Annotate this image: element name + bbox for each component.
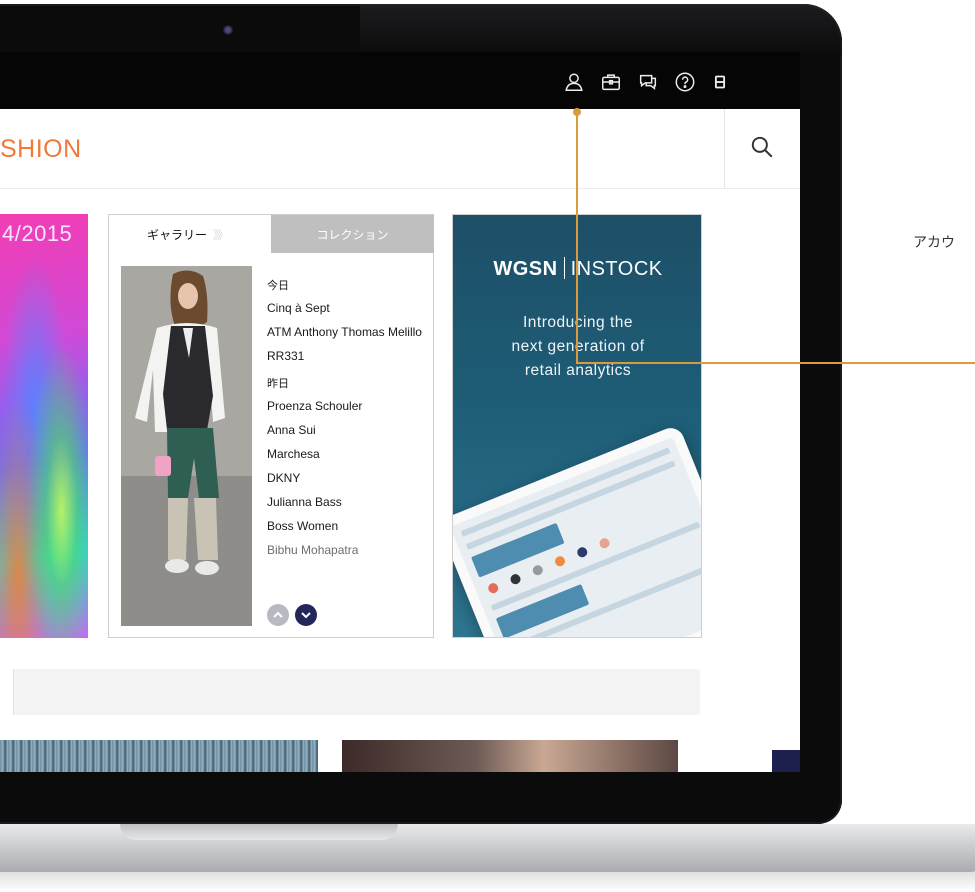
- tab-gallery-label: ギャラリー: [147, 227, 208, 242]
- chat-icon[interactable]: [636, 70, 660, 94]
- scroll-up-button[interactable]: [267, 604, 289, 626]
- designer-link[interactable]: RR331: [267, 349, 427, 363]
- article-thumbnail[interactable]: [0, 740, 318, 772]
- top-navigation-bar: [0, 52, 800, 109]
- lid-highlight: [360, 4, 842, 56]
- webcam: [223, 25, 233, 35]
- callout-label: アカウ: [913, 234, 955, 250]
- designer-link[interactable]: Anna Sui: [267, 423, 427, 437]
- callout-line: [576, 112, 578, 364]
- yesterday-heading: 昨日: [267, 378, 289, 390]
- side-widget[interactable]: [772, 750, 800, 772]
- brand-bar: SHION: [0, 109, 800, 189]
- designer-link[interactable]: Julianna Bass: [267, 495, 427, 509]
- tab-collection[interactable]: コレクション: [271, 215, 434, 253]
- scroll-down-button[interactable]: [295, 604, 317, 626]
- laptop-notch: [120, 824, 398, 840]
- divider: [724, 109, 725, 189]
- account-icon[interactable]: [562, 70, 586, 94]
- site-logo[interactable]: SHION: [0, 135, 82, 164]
- runway-photo[interactable]: [121, 266, 252, 626]
- designer-link[interactable]: DKNY: [267, 471, 427, 485]
- tab-gallery[interactable]: ギャラリー 》》: [109, 215, 271, 253]
- chevron-down-icon: [301, 612, 311, 619]
- runway-gallery-panel: ギャラリー 》》 コレクション 今日 Cinq à Sept ATM Antho…: [108, 214, 434, 638]
- ad-copy: Introducing the next generation of retai…: [453, 311, 701, 383]
- today-heading: 今日: [267, 280, 289, 292]
- designer-link[interactable]: Cinq à Sept: [267, 301, 427, 315]
- ad-copy-line: next generation of: [511, 338, 645, 355]
- help-icon[interactable]: [673, 70, 697, 94]
- designer-link[interactable]: ATM Anthony Thomas Melillo: [267, 325, 427, 339]
- section-tab[interactable]: [0, 669, 14, 715]
- menu-icon[interactable]: [708, 70, 732, 94]
- ad-copy-line: Introducing the: [522, 314, 634, 331]
- laptop-shadow: [0, 872, 975, 892]
- laptop-screen: SHION 4/2015 ギャラリー 》》 コレクション 今日 Cinq à S…: [0, 52, 800, 772]
- chevron-up-icon: [273, 611, 283, 618]
- designer-list: 今日 Cinq à Sept ATM Anthony Thomas Melill…: [267, 279, 427, 567]
- hero-banner[interactable]: 4/2015: [0, 214, 88, 638]
- ad-logo-brand: WGSN: [493, 258, 558, 280]
- designer-link[interactable]: Bibhu Mohapatra: [267, 543, 427, 557]
- designer-link[interactable]: Marchesa: [267, 447, 427, 461]
- hero-title: 4/2015: [2, 221, 73, 246]
- briefcase-icon[interactable]: [599, 70, 623, 94]
- search-icon[interactable]: [749, 134, 775, 160]
- tablet-mockup: [453, 423, 701, 637]
- callout-line: [576, 362, 975, 364]
- chevron-right-icon: 》》: [213, 227, 229, 242]
- designer-link[interactable]: Boss Women: [267, 519, 427, 533]
- laptop-scene: SHION 4/2015 ギャラリー 》》 コレクション 今日 Cinq à S…: [0, 0, 975, 892]
- section-tabs-bar: [0, 669, 700, 715]
- article-thumbnail[interactable]: [342, 740, 678, 772]
- ad-logo: WGSN INSTOCK: [453, 257, 701, 281]
- designer-link[interactable]: Proenza Schouler: [267, 399, 427, 413]
- ad-logo-product: INSTOCK: [570, 258, 663, 280]
